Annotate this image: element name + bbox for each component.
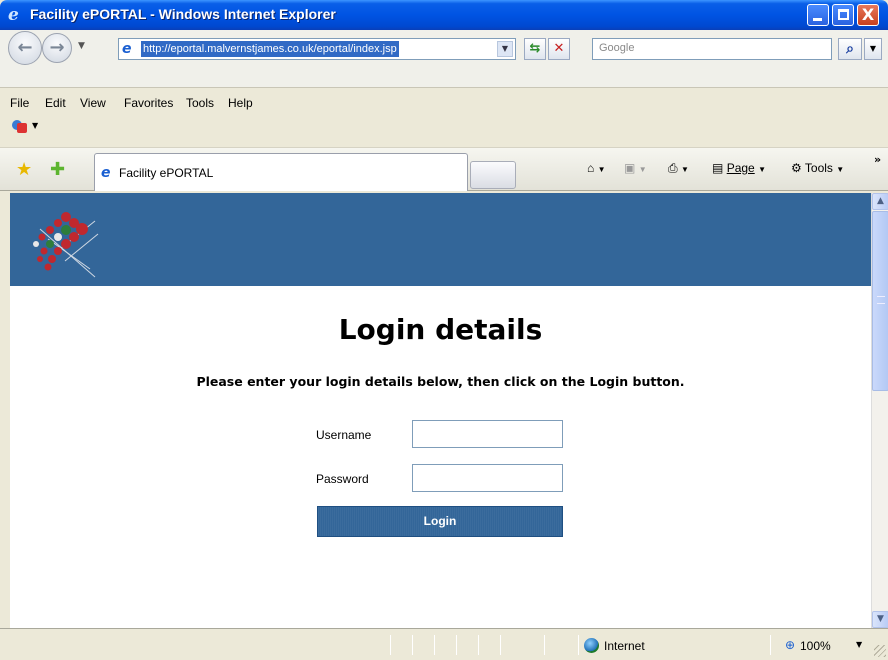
tab-facility-eportal[interactable]: e Facility ePORTAL bbox=[94, 153, 468, 191]
username-field[interactable] bbox=[412, 420, 563, 448]
history-dropdown-icon[interactable]: ▼ bbox=[78, 41, 85, 51]
stop-icon: ✕ bbox=[553, 41, 565, 56]
password-field[interactable] bbox=[412, 464, 563, 492]
security-zone-label[interactable]: Internet bbox=[604, 639, 645, 653]
page-title: Login details bbox=[338, 313, 543, 346]
resize-grip[interactable] bbox=[874, 645, 886, 657]
maximize-icon bbox=[838, 9, 849, 20]
toolbar-addon-icon[interactable] bbox=[12, 118, 28, 134]
add-favorite-icon[interactable]: ✚ bbox=[50, 159, 65, 180]
back-arrow-icon: ← bbox=[17, 37, 33, 58]
menu-tools[interactable]: Tools bbox=[186, 96, 214, 110]
forward-button[interactable]: → bbox=[42, 33, 72, 63]
feeds-button[interactable]: ▣ ▼ bbox=[624, 161, 647, 175]
new-tab-button[interactable] bbox=[470, 161, 516, 189]
window-title: Facility ePORTAL - Windows Internet Expl… bbox=[30, 6, 336, 22]
search-box[interactable]: Google bbox=[592, 38, 832, 60]
close-icon: X bbox=[861, 5, 875, 24]
stop-button[interactable]: ✕ bbox=[548, 38, 570, 60]
print-button[interactable]: ⎙ ▼ bbox=[668, 161, 689, 176]
more-commands-icon[interactable]: » bbox=[874, 153, 881, 166]
menu-file[interactable]: File bbox=[10, 96, 29, 110]
search-icon: ⌕ bbox=[846, 41, 854, 57]
scroll-up-button[interactable]: ▲ bbox=[872, 193, 888, 210]
back-button[interactable]: ← bbox=[8, 31, 42, 65]
title-bar: e Facility ePORTAL - Windows Internet Ex… bbox=[0, 0, 888, 30]
tab-label: Facility ePORTAL bbox=[119, 166, 214, 180]
status-bar: Internet ⊕ 100% ▼ bbox=[0, 628, 888, 660]
forward-arrow-icon: → bbox=[49, 37, 65, 58]
address-bar[interactable]: e http://eportal.malvernstjames.co.uk/ep… bbox=[118, 38, 516, 60]
zoom-icon: ⊕ bbox=[785, 638, 796, 652]
facility-logo bbox=[33, 212, 99, 278]
tools-dropdown-icon: ▼ bbox=[836, 165, 845, 174]
vertical-scrollbar[interactable]: ▲ ▼ bbox=[871, 193, 888, 628]
gear-icon: ⚙ bbox=[791, 161, 802, 175]
username-label: Username bbox=[316, 428, 372, 442]
zoom-level[interactable]: 100% bbox=[800, 639, 831, 653]
login-button[interactable]: Login bbox=[317, 506, 563, 537]
ie-logo-icon: e bbox=[8, 5, 19, 25]
addon-dropdown-icon[interactable]: ▼ bbox=[32, 121, 38, 130]
page-icon: ▤ bbox=[712, 161, 724, 175]
address-url[interactable]: http://eportal.malvernstjames.co.uk/epor… bbox=[141, 41, 399, 57]
page-content: Login details Please enter your login de… bbox=[10, 193, 871, 628]
tools-menu-label: Tools bbox=[804, 161, 833, 175]
minimize-button[interactable] bbox=[807, 4, 829, 26]
ie-page-icon: e bbox=[101, 165, 111, 181]
refresh-button[interactable]: ⇆ bbox=[524, 38, 546, 60]
printer-icon: ⎙ bbox=[668, 161, 678, 175]
tab-toolbar: ★ ✚ e Facility ePORTAL ⌂ ▼ ▣ ▼ ⎙ ▼ ▤ Pag… bbox=[0, 147, 888, 191]
chevron-down-icon: ▼ bbox=[877, 614, 884, 624]
page-icon: e bbox=[122, 41, 132, 57]
scroll-thumb[interactable] bbox=[872, 211, 888, 391]
menu-view[interactable]: View bbox=[80, 96, 106, 110]
zoom-dropdown-icon[interactable]: ▼ bbox=[856, 640, 862, 649]
chevron-up-icon: ▲ bbox=[877, 196, 884, 206]
scroll-down-button[interactable]: ▼ bbox=[872, 611, 888, 628]
search-input[interactable]: Google bbox=[599, 42, 634, 54]
close-button[interactable]: X bbox=[857, 4, 879, 26]
internet-zone-icon bbox=[584, 638, 599, 653]
chevron-down-icon: ▼ bbox=[869, 44, 877, 53]
address-dropdown-button[interactable]: ▼ bbox=[497, 41, 513, 57]
favorites-star-icon[interactable]: ★ bbox=[16, 159, 32, 180]
feeds-dropdown-icon: ▼ bbox=[638, 165, 647, 174]
password-label: Password bbox=[316, 472, 369, 486]
minimize-icon bbox=[813, 18, 822, 21]
refresh-icon: ⇆ bbox=[529, 41, 541, 56]
search-button[interactable]: ⌕ bbox=[838, 38, 862, 60]
header-banner bbox=[10, 193, 871, 286]
home-button[interactable]: ⌂ ▼ bbox=[587, 161, 606, 175]
home-dropdown-icon: ▼ bbox=[597, 165, 606, 174]
page-menu-button[interactable]: ▤ Page ▼ bbox=[712, 161, 766, 175]
rss-feed-icon: ▣ bbox=[624, 161, 636, 175]
search-options-button[interactable]: ▼ bbox=[864, 38, 882, 60]
maximize-button[interactable] bbox=[832, 4, 854, 26]
menu-favorites[interactable]: Favorites bbox=[124, 96, 173, 110]
print-dropdown-icon: ▼ bbox=[680, 165, 689, 174]
tools-menu-button[interactable]: ⚙ Tools ▼ bbox=[791, 161, 844, 175]
navigation-bar: ← → ▼ e http://eportal.malvernstjames.co… bbox=[0, 30, 888, 88]
menu-help[interactable]: Help bbox=[228, 96, 253, 110]
menu-edit[interactable]: Edit bbox=[45, 96, 66, 110]
page-menu-label: Page bbox=[726, 161, 755, 175]
login-instructions: Please enter your login details below, t… bbox=[196, 374, 685, 389]
home-icon: ⌂ bbox=[587, 161, 595, 175]
page-dropdown-icon: ▼ bbox=[758, 165, 766, 174]
